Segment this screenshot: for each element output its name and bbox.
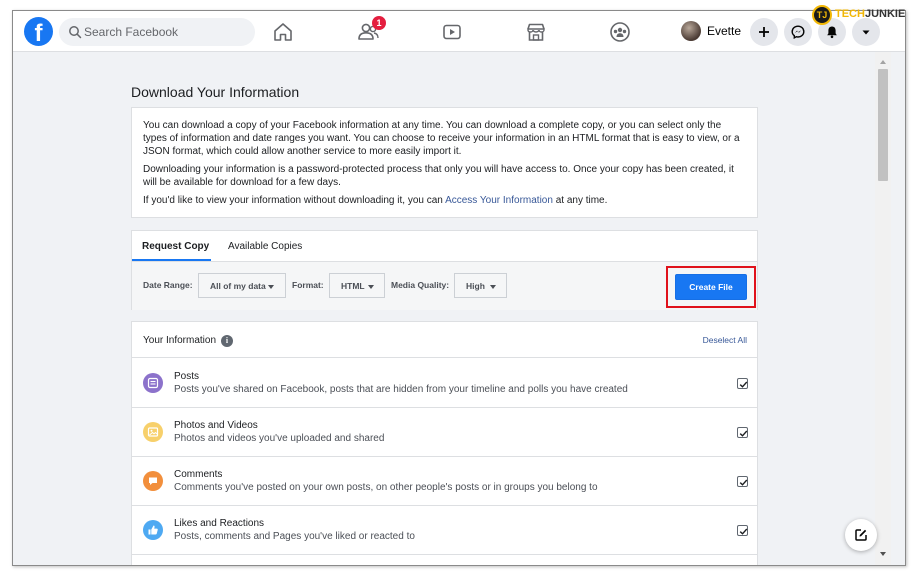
home-icon[interactable] xyxy=(270,19,296,45)
account-menu-button[interactable] xyxy=(852,18,880,46)
watermark-text: TECHJUNKIE xyxy=(835,8,905,20)
notifications-icon xyxy=(827,26,837,39)
format-value: HTML xyxy=(341,281,365,291)
intro-paragraph: You can download a copy of your Facebook… xyxy=(143,120,740,157)
row-title: Comments xyxy=(174,469,223,480)
your-information-header: Your Information i Deselect All xyxy=(132,322,757,358)
likes-reactions-checkbox[interactable] xyxy=(737,525,748,536)
access-your-information-link[interactable]: Access Your Information xyxy=(445,195,553,206)
search-input[interactable] xyxy=(84,18,249,46)
profile-name: Evette xyxy=(707,24,742,38)
comments-checkbox[interactable] xyxy=(737,476,748,487)
information-row-posts[interactable]: Posts Posts you've shared on Facebook, p… xyxy=(132,359,757,408)
create-file-button[interactable]: Create File xyxy=(675,274,747,300)
your-information-title: Your Information xyxy=(143,335,217,346)
search-icon xyxy=(69,26,82,39)
intro-paragraph: Downloading your information is a passwo… xyxy=(143,164,734,188)
checkmark-icon xyxy=(739,430,748,437)
tab-available-copies[interactable]: Available Copies xyxy=(228,241,302,252)
account-menu-icon xyxy=(862,30,870,35)
techjunkie-logo: TJ xyxy=(812,5,832,25)
posts-checkbox[interactable] xyxy=(737,378,748,389)
format-select[interactable]: HTML xyxy=(329,273,385,298)
create-button[interactable] xyxy=(750,18,778,46)
row-description: Comments you've posted on your own posts… xyxy=(174,482,598,493)
scrollbar-thumb[interactable] xyxy=(878,69,888,181)
marketplace-icon[interactable] xyxy=(523,19,549,45)
date-range-value: All of my data xyxy=(210,281,266,291)
watermark-text-junkie: JUNKIE xyxy=(864,8,906,20)
browser-window: f 1 xyxy=(12,10,906,566)
page-title: Download Your Information xyxy=(131,84,300,100)
photos-videos-checkbox[interactable] xyxy=(737,427,748,438)
media-quality-value: High xyxy=(466,281,485,291)
intro-text: If you'd like to view your information w… xyxy=(143,195,446,206)
messenger-icon xyxy=(791,25,805,39)
caret-down-icon xyxy=(368,285,374,289)
row-description: Posts, comments and Pages you've liked o… xyxy=(174,531,415,542)
top-navigation-bar: f 1 xyxy=(13,11,905,52)
intro-text: at any time. xyxy=(552,195,608,206)
scroll-down-arrow-icon[interactable] xyxy=(880,552,886,556)
comments-icon xyxy=(143,471,163,491)
checkmark-icon xyxy=(739,479,748,486)
checkmark-icon xyxy=(739,528,748,535)
information-row-photos-videos[interactable]: Photos and Videos Photos and videos you'… xyxy=(132,408,757,457)
plus-icon xyxy=(759,27,769,37)
row-description: Photos and videos you've uploaded and sh… xyxy=(174,433,385,444)
date-range-select[interactable]: All of my data xyxy=(198,273,286,298)
notification-badge: 1 xyxy=(372,16,386,30)
request-panel: Request Copy Available Copies Date Range… xyxy=(131,230,758,310)
format-label: Format: xyxy=(292,280,324,290)
intro-paragraph: If you'd like to view your information w… xyxy=(143,194,746,207)
tab-request-copy[interactable]: Request Copy xyxy=(142,241,209,252)
compose-icon xyxy=(855,529,867,541)
avatar xyxy=(681,21,701,41)
search-box[interactable] xyxy=(59,18,255,46)
intro-panel: You can download a copy of your Facebook… xyxy=(131,107,758,218)
row-title: Likes and Reactions xyxy=(174,518,265,529)
likes-icon xyxy=(143,520,163,540)
deselect-all-link[interactable]: Deselect All xyxy=(703,335,747,345)
your-information-panel: Your Information i Deselect All Posts Po… xyxy=(131,321,758,565)
watermark-text-tech: TECH xyxy=(835,8,865,20)
new-message-button[interactable] xyxy=(845,519,877,551)
vertical-scrollbar[interactable] xyxy=(875,52,891,565)
caret-down-icon xyxy=(490,285,496,289)
groups-icon[interactable] xyxy=(607,19,633,45)
facebook-logo[interactable]: f xyxy=(24,17,53,46)
information-row-likes-reactions[interactable]: Likes and Reactions Posts, comments and … xyxy=(132,506,757,555)
media-quality-label: Media Quality: xyxy=(391,280,450,290)
photos-icon xyxy=(143,422,163,442)
date-range-label: Date Range: xyxy=(143,280,193,290)
filter-bar: Date Range: All of my data Format: HTML … xyxy=(132,262,757,310)
checkmark-icon xyxy=(739,381,748,388)
messenger-button[interactable] xyxy=(784,18,812,46)
row-title: Photos and Videos xyxy=(174,420,258,431)
information-row-comments[interactable]: Comments Comments you've posted on your … xyxy=(132,457,757,506)
row-description: Posts you've shared on Facebook, posts t… xyxy=(174,384,628,395)
posts-icon xyxy=(143,373,163,393)
watch-icon[interactable] xyxy=(439,19,465,45)
caret-down-icon xyxy=(268,285,274,289)
scroll-up-arrow-icon[interactable] xyxy=(880,60,886,64)
row-title: Posts xyxy=(174,371,200,382)
media-quality-select[interactable]: High xyxy=(454,273,507,298)
highlight-box: Create File xyxy=(666,266,756,308)
info-icon[interactable]: i xyxy=(221,335,233,347)
